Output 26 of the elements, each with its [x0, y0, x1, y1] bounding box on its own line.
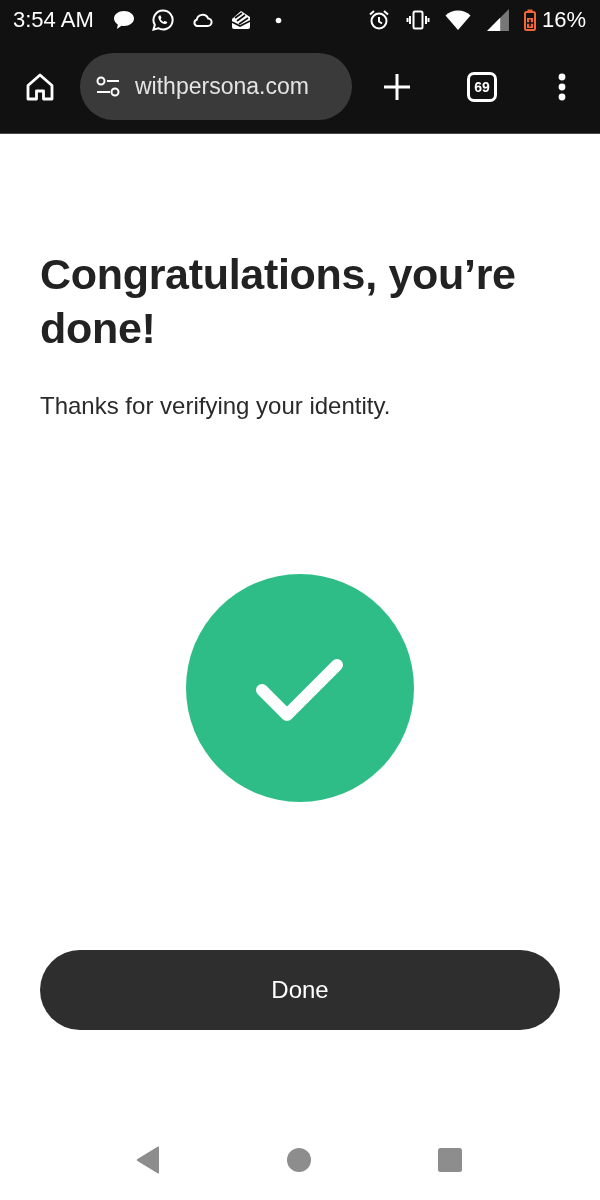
- vibrate-icon: [405, 8, 430, 32]
- message-bubble-icon: [111, 8, 136, 32]
- home-icon: [26, 72, 54, 101]
- site-settings-icon: [95, 75, 121, 98]
- battery-icon: [523, 9, 536, 31]
- signal-strength-icon: [485, 8, 510, 32]
- back-button[interactable]: [136, 1146, 160, 1174]
- wifi-icon: [444, 9, 471, 31]
- circle-icon: [287, 1148, 311, 1172]
- battery-percentage: 16%: [541, 7, 586, 33]
- done-button[interactable]: Done: [40, 950, 560, 1030]
- clock-time: 3:54 AM: [13, 7, 94, 33]
- url-text: withpersona.com: [135, 73, 309, 100]
- square-icon: [438, 1148, 462, 1172]
- page-heading: Congratulations, you’re done!: [40, 249, 517, 354]
- back-icon: [136, 1146, 160, 1174]
- plus-icon: [383, 72, 411, 101]
- menu-button[interactable]: [557, 72, 567, 101]
- chat-phone-icon: [150, 8, 175, 32]
- tab-switcher-button[interactable]: 69: [467, 71, 497, 102]
- new-tab-button[interactable]: [382, 71, 412, 102]
- address-bar[interactable]: withpersona.com: [80, 53, 352, 120]
- page-subtitle: Thanks for verifying your identity.: [40, 391, 392, 421]
- dot-icon: [274, 16, 282, 24]
- check-circle-icon: [186, 574, 414, 802]
- menu-icon: [558, 72, 566, 101]
